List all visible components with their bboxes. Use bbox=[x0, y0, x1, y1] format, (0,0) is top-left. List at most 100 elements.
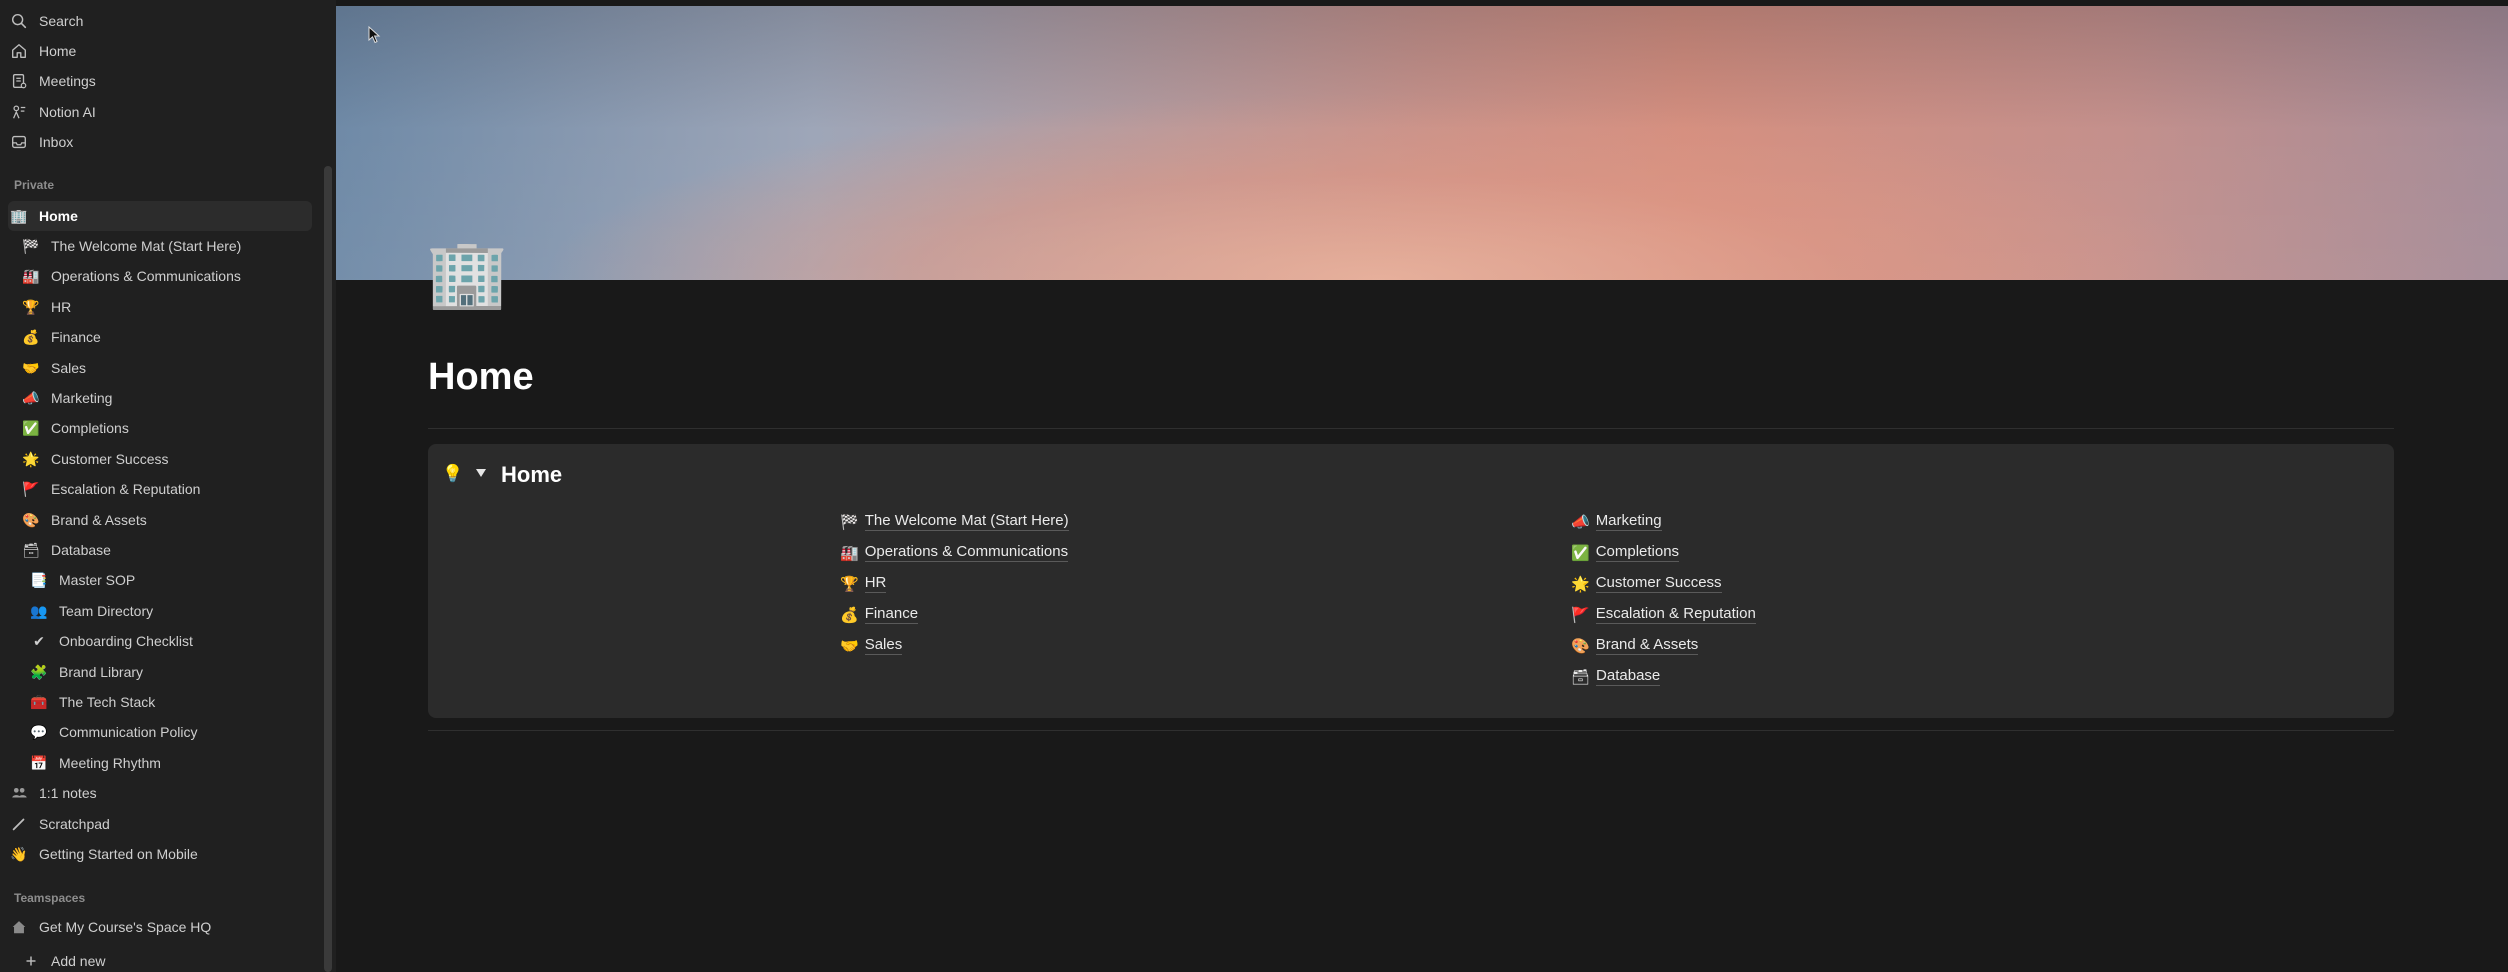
sidebar-item-tech-stack[interactable]: 🧰 The Tech Stack bbox=[28, 687, 336, 717]
trophy-icon: 🏆 bbox=[840, 575, 859, 593]
sidebar-item-home-nav[interactable]: Home bbox=[8, 36, 324, 66]
link-label: Finance bbox=[864, 605, 919, 624]
sidebar-item-completions[interactable]: ✅ Completions bbox=[20, 413, 336, 443]
sidebar-item-brand-assets[interactable]: 🎨 Brand & Assets bbox=[20, 505, 336, 535]
sidebar-scrollbar[interactable] bbox=[324, 166, 332, 972]
puzzle-piece-icon: 🧩 bbox=[30, 664, 48, 680]
link-finance[interactable]: 💰 Finance bbox=[840, 605, 919, 624]
sidebar-item-meeting-rhythm[interactable]: 📅 Meeting Rhythm bbox=[28, 748, 336, 778]
sidebar-item-label: Team Directory bbox=[59, 603, 154, 619]
sidebar-item-inbox[interactable]: Inbox bbox=[8, 127, 324, 157]
link-welcome-mat[interactable]: 🏁 The Welcome Mat (Start Here) bbox=[840, 512, 1069, 531]
link-label: The Welcome Mat (Start Here) bbox=[864, 512, 1069, 531]
private-section-label: Private bbox=[14, 178, 55, 192]
mouse-cursor-icon bbox=[368, 26, 381, 44]
sidebar-item-label: Brand Library bbox=[59, 664, 144, 680]
house-icon bbox=[8, 916, 30, 938]
sidebar-item-escalation[interactable]: 🚩 Escalation & Reputation bbox=[20, 474, 336, 504]
sidebar-item-scratchpad[interactable]: Scratchpad bbox=[8, 809, 324, 839]
sidebar-item-label: The Tech Stack bbox=[59, 694, 156, 710]
sidebar-item-label: Meetings bbox=[39, 73, 96, 89]
callout-heading[interactable]: Home bbox=[501, 462, 562, 488]
page-title[interactable]: Home bbox=[428, 356, 534, 399]
link-label: Database bbox=[1596, 667, 1661, 686]
sidebar-item-welcome-mat[interactable]: 🏁 The Welcome Mat (Start Here) bbox=[20, 231, 336, 261]
link-label: Customer Success bbox=[1595, 574, 1722, 593]
check-mark-icon: ✅ bbox=[1571, 544, 1590, 562]
sidebar-item-label: Home bbox=[39, 43, 77, 59]
sidebar-item-label: Inbox bbox=[39, 134, 74, 150]
toggle-triangle-icon[interactable] bbox=[476, 469, 486, 477]
toolbox-icon: 🧰 bbox=[30, 694, 48, 710]
people-icon bbox=[8, 782, 30, 804]
checkered-flag-icon: 🏁 bbox=[840, 513, 859, 531]
callout-block: 💡 Home 🏁 The Welcome Mat (Start Here) 🏭 … bbox=[428, 444, 2394, 718]
sidebar-item-marketing[interactable]: 📣 Marketing bbox=[20, 383, 336, 413]
sidebar-item-master-sop[interactable]: 📑 Master SOP bbox=[28, 565, 336, 595]
link-hr[interactable]: 🏆 HR bbox=[840, 574, 887, 593]
link-customer-success[interactable]: 🌟 Customer Success bbox=[1571, 574, 1722, 593]
check-mark-icon: ✅ bbox=[22, 420, 40, 436]
page-icon[interactable]: 🏢 bbox=[426, 240, 508, 306]
link-marketing[interactable]: 📣 Marketing bbox=[1571, 512, 1662, 531]
palette-icon: 🎨 bbox=[22, 512, 40, 528]
handshake-icon: 🤝 bbox=[840, 637, 859, 655]
sidebar-item-customer-success[interactable]: 🌟 Customer Success bbox=[20, 444, 336, 474]
megaphone-icon: 📣 bbox=[1571, 513, 1590, 531]
sidebar-item-label: Brand & Assets bbox=[51, 512, 147, 528]
link-sales[interactable]: 🤝 Sales bbox=[840, 636, 903, 655]
sidebar-item-label: Operations & Communications bbox=[51, 268, 241, 284]
light-bulb-icon[interactable]: 💡 bbox=[442, 464, 463, 484]
megaphone-icon: 📣 bbox=[22, 390, 40, 406]
red-flag-icon: 🚩 bbox=[1571, 606, 1590, 624]
main-content: 🏢 Home 💡 Home 🏁 The Welcome Mat (Start H… bbox=[336, 0, 2508, 972]
speech-bubble-icon: 💬 bbox=[30, 724, 48, 740]
sidebar-item-brand-library[interactable]: 🧩 Brand Library bbox=[28, 657, 336, 687]
calendar-icon: 📅 bbox=[30, 755, 48, 771]
sidebar-item-label: Onboarding Checklist bbox=[59, 633, 193, 649]
sidebar-item-meetings[interactable]: Meetings bbox=[8, 66, 324, 96]
sidebar-item-teamspace-hq[interactable]: Get My Course's Space HQ bbox=[8, 912, 324, 942]
sidebar-item-finance[interactable]: 💰 Finance bbox=[20, 322, 336, 352]
sidebar-item-getting-started-mobile[interactable]: 👋 Getting Started on Mobile bbox=[8, 839, 324, 869]
pencil-icon bbox=[8, 813, 30, 835]
link-escalation[interactable]: 🚩 Escalation & Reputation bbox=[1571, 605, 1756, 624]
sidebar-item-team-directory[interactable]: 👥 Team Directory bbox=[28, 596, 336, 626]
link-label: Marketing bbox=[1595, 512, 1662, 531]
sidebar-item-notion-ai[interactable]: Notion AI bbox=[8, 97, 324, 127]
factory-icon: 🏭 bbox=[840, 544, 859, 562]
app-window: Search Home Meetings Notion AI Inbox Pri… bbox=[0, 0, 2508, 972]
cover-image[interactable] bbox=[336, 6, 2508, 280]
red-flag-icon: 🚩 bbox=[22, 481, 40, 497]
sidebar-item-label: Completions bbox=[51, 420, 129, 436]
search-icon bbox=[8, 10, 30, 32]
link-brand-assets[interactable]: 🎨 Brand & Assets bbox=[1571, 636, 1699, 655]
sidebar-item-home[interactable]: 🏢 Home bbox=[8, 201, 312, 231]
link-label: Sales bbox=[864, 636, 903, 655]
bookmark-tabs-icon: 📑 bbox=[30, 572, 48, 588]
sidebar-item-sales[interactable]: 🤝 Sales bbox=[20, 353, 336, 383]
sidebar-item-label: Home bbox=[39, 208, 78, 224]
sidebar-item-search[interactable]: Search bbox=[8, 6, 324, 36]
cover-overlay bbox=[336, 6, 2508, 280]
sidebar-item-label: Meeting Rhythm bbox=[59, 755, 161, 771]
sidebar-item-label: Notion AI bbox=[39, 104, 96, 120]
checkered-flag-icon: 🏁 bbox=[22, 238, 40, 254]
trophy-icon: 🏆 bbox=[22, 299, 40, 315]
sidebar-item-one-on-one-notes[interactable]: 1:1 notes bbox=[8, 778, 324, 808]
sidebar-item-operations[interactable]: 🏭 Operations & Communications bbox=[20, 261, 336, 291]
sidebar-item-communication-policy[interactable]: 💬 Communication Policy bbox=[28, 717, 336, 747]
sidebar-item-label: Communication Policy bbox=[59, 724, 198, 740]
link-database[interactable]: 🗃 Database bbox=[1571, 667, 1661, 686]
sidebar-item-label: Marketing bbox=[51, 390, 113, 406]
link-completions[interactable]: ✅ Completions bbox=[1571, 543, 1680, 562]
sidebar-item-hr[interactable]: 🏆 HR bbox=[20, 292, 336, 322]
sidebar-item-label: Search bbox=[39, 13, 84, 29]
sidebar-item-label: Database bbox=[51, 542, 111, 558]
sidebar-add-new[interactable]: Add new bbox=[20, 946, 336, 972]
link-label: Completions bbox=[1595, 543, 1680, 562]
link-operations[interactable]: 🏭 Operations & Communications bbox=[840, 543, 1069, 562]
sidebar-item-onboarding-checklist[interactable]: ✔ Onboarding Checklist bbox=[28, 626, 336, 656]
bottom-divider bbox=[428, 730, 2394, 731]
sidebar-item-database[interactable]: 🗃 Database bbox=[20, 535, 336, 565]
